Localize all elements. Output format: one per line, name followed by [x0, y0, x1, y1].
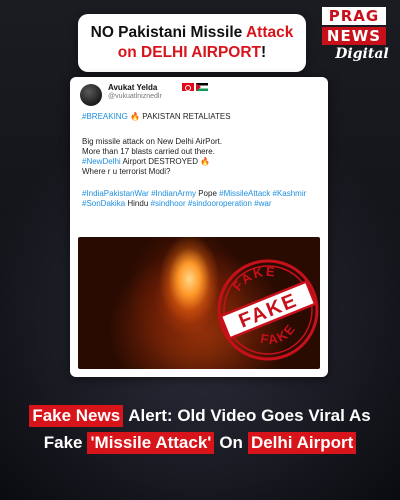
headline-exclamation: ! — [261, 44, 267, 61]
tweet-body-line-4: Where r u terrorist Modi? — [82, 167, 171, 176]
headline-banner: NO Pakistani Missile Attack on DELHI AIR… — [78, 14, 306, 72]
breaking-text: PAKISTAN RETALIATES — [142, 112, 231, 121]
avatar — [80, 84, 102, 106]
flag-icons — [182, 83, 208, 91]
tweet-body-line-2: More than 17 blasts carried out there. — [82, 147, 215, 156]
hashtag-newdelhi[interactable]: #NewDelhi — [82, 157, 121, 166]
tweet-tags-line-1: #IndiaPakistanWar #IndianArmy Pope #Miss… — [82, 189, 306, 199]
logo-news: NEWS — [322, 27, 386, 45]
hashtags-sindhoor-war[interactable]: #sindhoor #sindooroperation #war — [151, 199, 272, 208]
turkey-flag-icon — [182, 83, 194, 91]
headline-line-1: NO Pakistani Missile Attack — [91, 23, 294, 43]
caption-fake-news-highlight: Fake News — [29, 405, 124, 427]
caption-line-2: Fake 'Missile Attack' On Delhi Airport — [0, 432, 400, 454]
tweet-body-line-3: #NewDelhi Airport DESTROYED 🔥 — [82, 157, 210, 167]
caption-fake-word: Fake — [43, 433, 83, 452]
caption-alert-text: Alert: Old Video Goes Viral As — [128, 406, 371, 425]
headline-text: NO Pakistani Missile — [90, 24, 246, 41]
caption-line-1: Fake News Alert: Old Video Goes Viral As — [0, 405, 400, 427]
palestine-flag-icon — [196, 83, 208, 91]
tweet-body-line-1: Big missile attack on New Delhi AirPort. — [82, 137, 223, 146]
hashtags-india-army[interactable]: #IndiaPakistanWar #IndianArmy — [82, 189, 196, 198]
hashtags-missile-kashmir[interactable]: #MissileAttack #Kashmir — [219, 189, 306, 198]
hashtag-sondakika[interactable]: #SonDakika — [82, 199, 125, 208]
tweet-tags-line-2: #SonDakika Hindu #sindhoor #sindooropera… — [82, 199, 271, 209]
tag-word-pope: Pope — [198, 189, 217, 198]
logo-digital: Digital — [335, 46, 389, 62]
caption-on-word: On — [219, 433, 243, 452]
headline-airport-text: on DELHI AIRPORT — [117, 44, 262, 61]
tweet-username: Avukat Yelda — [108, 83, 158, 92]
tag-word-hindu: Hindu — [127, 199, 149, 208]
logo-prag: PRAG — [322, 7, 386, 25]
caption-delhi-airport-highlight: Delhi Airport — [247, 432, 357, 454]
caption-missile-attack-highlight: 'Missile Attack' — [87, 432, 215, 454]
fire-icon: 🔥 — [200, 157, 211, 166]
airport-destroyed-text: Airport DESTROYED — [122, 157, 199, 166]
headline-line-2: on DELHI AIRPORT! — [118, 43, 266, 63]
prag-news-logo: PRAG NEWS Digital — [322, 4, 396, 66]
tweet-handle: @vukuatlniznedlr — [108, 93, 162, 100]
hashtag-breaking[interactable]: #BREAKING — [82, 112, 128, 121]
tweet-breaking-line: #BREAKING 🔥 PAKISTAN RETALIATES — [82, 112, 231, 122]
fire-icon: 🔥 — [130, 112, 140, 121]
headline-attack-text: Attack — [245, 24, 294, 41]
